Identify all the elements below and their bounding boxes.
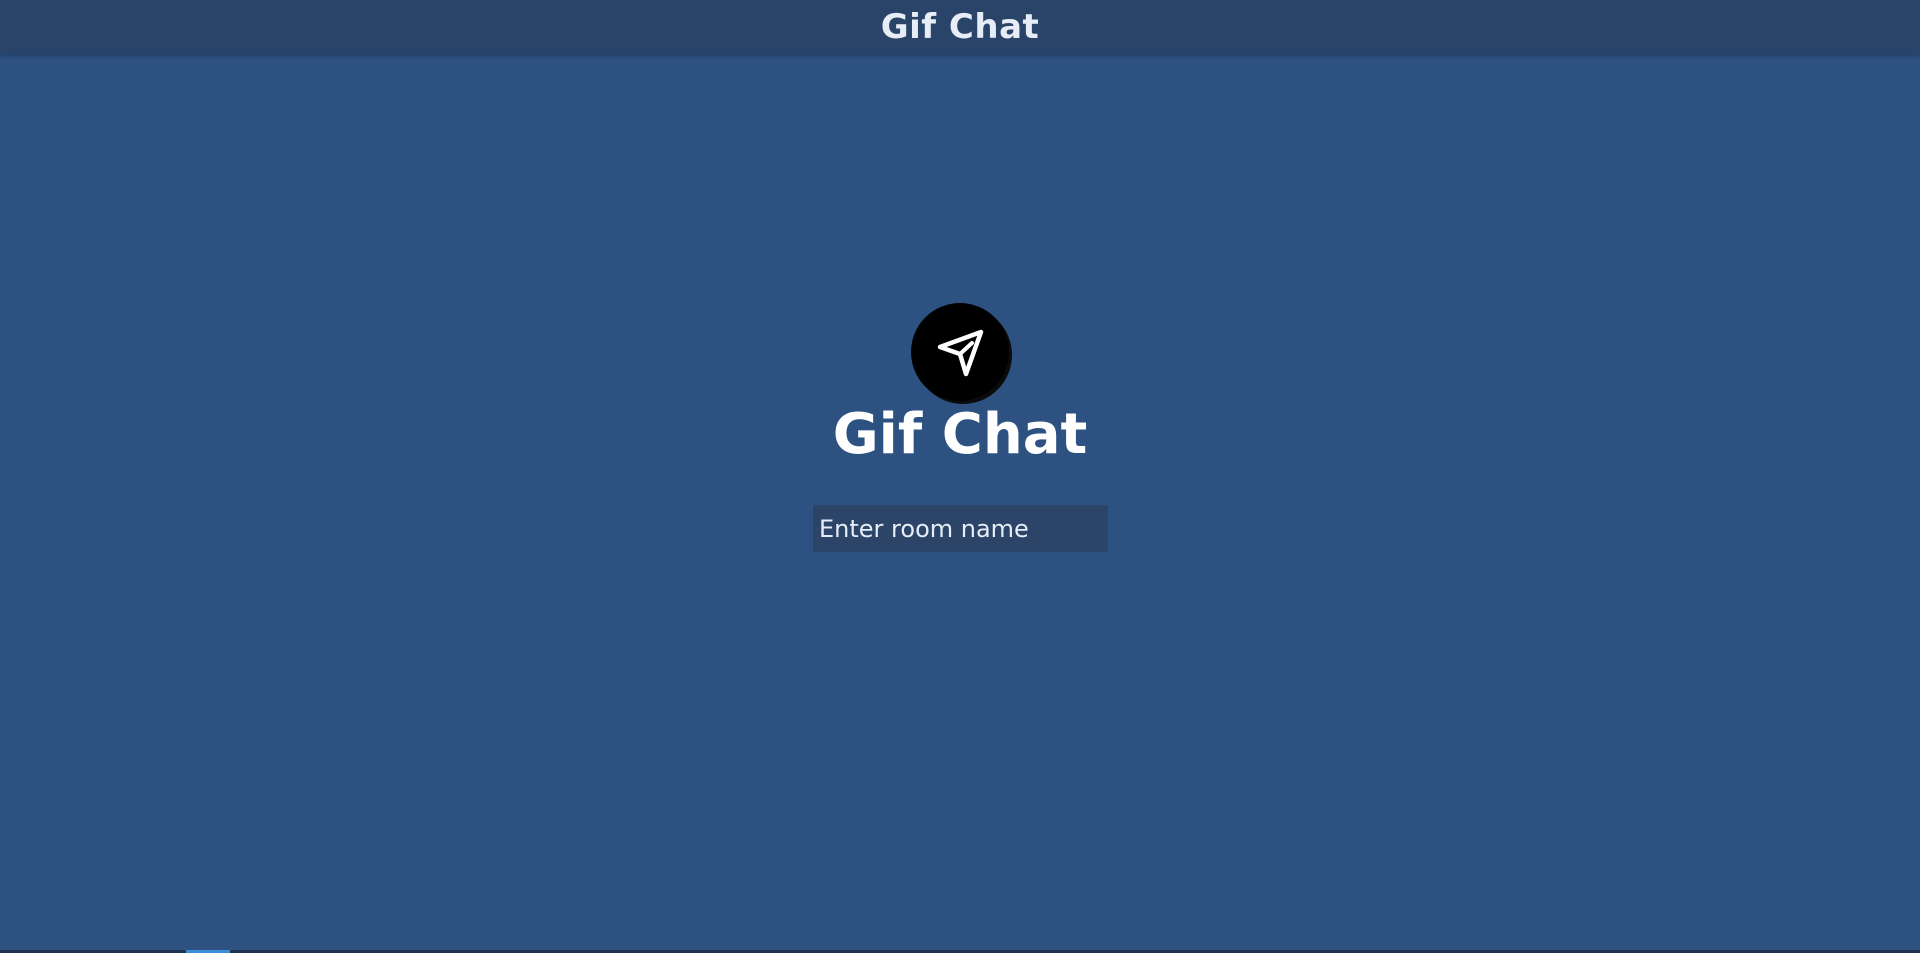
app-header: Gif Chat: [0, 0, 1920, 54]
room-name-input[interactable]: [813, 505, 1108, 552]
paper-plane-icon: [911, 303, 1009, 401]
logo-block: Gif Chat: [0, 303, 1920, 467]
logo-text: Gif Chat: [832, 402, 1088, 467]
header-title: Gif Chat: [880, 7, 1040, 47]
